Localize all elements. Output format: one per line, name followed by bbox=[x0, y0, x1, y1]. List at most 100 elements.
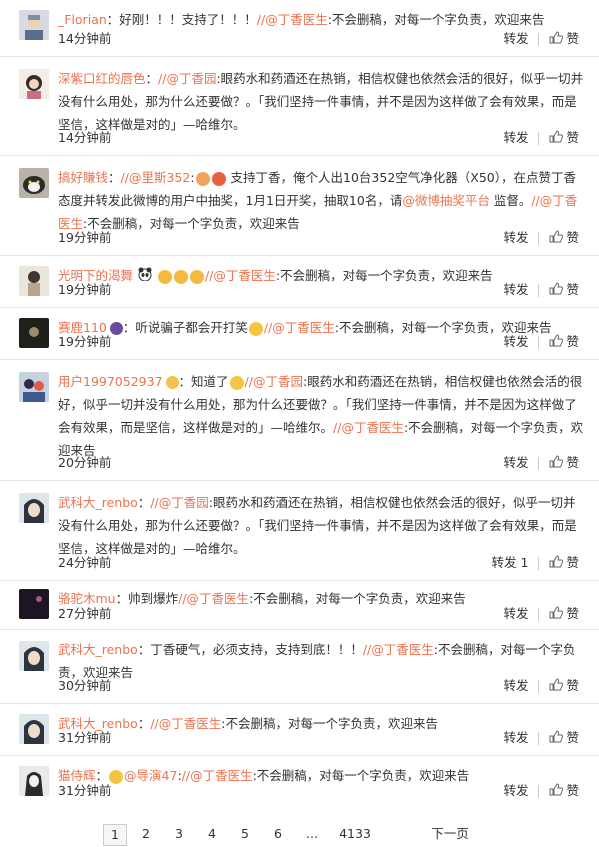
next-page-button[interactable]: 下一页 bbox=[430, 824, 470, 844]
avatar[interactable] bbox=[19, 168, 49, 198]
repost-button[interactable]: 转发 1 bbox=[492, 555, 529, 570]
comment-username[interactable]: 用户1997052937 bbox=[58, 374, 163, 389]
comment-username[interactable]: 武科大_renbo bbox=[58, 495, 138, 510]
mention-link[interactable]: //@丁香医生 bbox=[363, 642, 434, 657]
repost-button[interactable]: 转发 bbox=[503, 783, 528, 798]
mention-link[interactable]: @导演47 bbox=[124, 768, 177, 783]
comment-username[interactable]: 猫侍辉 bbox=[58, 768, 96, 783]
like-label: 赞 bbox=[566, 130, 579, 145]
mention-link[interactable]: //@丁香园 bbox=[158, 71, 216, 86]
divider bbox=[538, 336, 540, 349]
repost-button[interactable]: 转发 bbox=[503, 130, 528, 145]
comment-item: 深紫口红的唇色：//@丁香园:眼药水和药酒还在热销，相信权健也依然会活的很好，似… bbox=[0, 57, 599, 156]
comment-text: ： bbox=[145, 71, 159, 86]
comment-username[interactable]: 骆驼木mu bbox=[58, 591, 116, 606]
comment-time: 14分钟前 bbox=[58, 31, 112, 46]
mention-link[interactable]: //@丁香医生 bbox=[182, 768, 253, 783]
page-link-3[interactable]: 3 bbox=[172, 824, 186, 844]
avatar[interactable] bbox=[19, 10, 49, 40]
thumbs-up-icon bbox=[549, 281, 564, 300]
page-link-6[interactable]: 6 bbox=[271, 824, 285, 844]
comment-username[interactable]: 深紫口红的唇色 bbox=[58, 71, 146, 86]
like-button[interactable]: 赞 bbox=[549, 554, 579, 570]
page-link-4[interactable]: 4 bbox=[205, 824, 219, 844]
comment-text: ：好刚！！！支持了！！！ bbox=[106, 12, 257, 27]
comment-username[interactable]: 搞好賺钱 bbox=[58, 170, 108, 185]
thumbs-up-icon bbox=[549, 677, 564, 696]
comment-item: 武科大_renbo：//@丁香医生:不会删稿，对每一个字负责，欢迎来告 31分钟… bbox=[0, 704, 599, 756]
repost-button[interactable]: 转发 bbox=[503, 730, 528, 745]
avatar[interactable] bbox=[19, 589, 49, 619]
page-link-5[interactable]: 5 bbox=[238, 824, 252, 844]
like-label: 赞 bbox=[566, 31, 579, 46]
divider bbox=[538, 785, 540, 798]
like-button[interactable]: 赞 bbox=[549, 30, 579, 49]
avatar[interactable] bbox=[19, 372, 49, 402]
page-link-2[interactable]: 2 bbox=[139, 824, 153, 844]
comment-feed: _Florian：好刚！！！支持了！！！//@丁香医生:不会删稿，对每一个字负责… bbox=[0, 0, 599, 808]
avatar[interactable] bbox=[19, 766, 49, 796]
like-button[interactable]: 赞 bbox=[549, 333, 579, 352]
like-button[interactable]: 赞 bbox=[549, 281, 579, 300]
comment-item: 武科大_renbo：//@丁香园:眼药水和药酒还在热销，相信权健也依然会活的很好… bbox=[0, 481, 599, 581]
avatar[interactable] bbox=[19, 266, 49, 296]
emoji-icon bbox=[211, 171, 226, 186]
like-label: 赞 bbox=[566, 783, 579, 798]
repost-button[interactable]: 转发 bbox=[503, 678, 528, 693]
like-button[interactable]: 赞 bbox=[549, 229, 579, 248]
comment-item: 赛鹿110 ：听说骗子都会开打笑//@丁香医生:不会删稿，对每一个字负责，欢迎来告… bbox=[0, 308, 599, 360]
mention-link[interactable]: //@丁香园 bbox=[245, 374, 303, 389]
comment-time: 14分钟前 bbox=[58, 130, 112, 145]
comment-item: 光明下的渴舞 //@丁香医生:不会删稿，对每一个字负责，欢迎来告 19分钟前 转… bbox=[0, 256, 599, 308]
like-button[interactable]: 赞 bbox=[549, 782, 579, 798]
repost-button[interactable]: 转发 bbox=[503, 334, 528, 349]
comment-text: :不会删稿，对每一个字负责，欢迎来告 bbox=[327, 12, 545, 27]
divider bbox=[538, 232, 540, 245]
repost-button[interactable]: 转发 bbox=[503, 606, 528, 621]
comment-item: 猫侍辉： @导演47://@丁香医生:不会删稿，对每一个字负责，欢迎来告 31分钟… bbox=[0, 756, 599, 808]
avatar[interactable] bbox=[19, 493, 49, 523]
comment-text: ：知道了 bbox=[178, 374, 229, 389]
like-button[interactable]: 赞 bbox=[549, 454, 579, 470]
repost-button[interactable]: 转发 bbox=[503, 31, 528, 46]
thumbs-up-icon bbox=[549, 605, 564, 624]
repost-button[interactable]: 转发 bbox=[503, 455, 528, 470]
mention-link[interactable]: //@丁香医生 bbox=[333, 420, 404, 435]
like-button[interactable]: 赞 bbox=[549, 129, 579, 145]
comment-time: 19分钟前 bbox=[58, 230, 112, 245]
comment-username[interactable]: 武科大_renbo bbox=[58, 642, 138, 657]
comment-username[interactable]: _Florian bbox=[58, 12, 107, 27]
comment-time: 19分钟前 bbox=[58, 334, 112, 349]
comment-item: _Florian：好刚！！！支持了！！！//@丁香医生:不会删稿，对每一个字负责… bbox=[0, 0, 599, 57]
mention-link[interactable]: //@丁香医生 bbox=[257, 12, 328, 27]
repost-button[interactable]: 转发 bbox=[503, 282, 528, 297]
mention-link[interactable]: @微博抽奖平台 bbox=[402, 193, 490, 208]
comment-time: 20分钟前 bbox=[58, 455, 112, 470]
like-button[interactable]: 赞 bbox=[549, 729, 579, 745]
like-button[interactable]: 赞 bbox=[549, 605, 579, 624]
avatar[interactable] bbox=[19, 318, 49, 348]
thumbs-up-icon bbox=[549, 30, 564, 49]
comment-time: 31分钟前 bbox=[58, 730, 112, 745]
comment-text: ： bbox=[137, 495, 151, 510]
comment-item: 武科大_renbo：丁香硬气，必须支持，支持到底！！！//@丁香医生:不会删稿，… bbox=[0, 630, 599, 704]
page-link-1[interactable]: 1 bbox=[103, 824, 127, 846]
like-label: 赞 bbox=[566, 606, 579, 621]
divider bbox=[538, 33, 540, 46]
page-link-last[interactable]: 4133 bbox=[338, 824, 372, 844]
repost-button[interactable]: 转发 bbox=[503, 230, 528, 245]
ok-emoji-icon bbox=[229, 375, 244, 390]
mention-link[interactable]: //@里斯352 bbox=[121, 170, 191, 185]
divider bbox=[538, 132, 540, 145]
like-button[interactable]: 赞 bbox=[549, 677, 579, 696]
pagination: 1 2 3 4 5 6 ... 4133 下一页 bbox=[0, 820, 599, 847]
avatar[interactable] bbox=[19, 714, 49, 744]
avatar[interactable] bbox=[19, 69, 49, 99]
comment-text: ：帅到爆炸 bbox=[115, 591, 179, 606]
mention-link[interactable]: //@丁香园 bbox=[150, 495, 208, 510]
thumbs-up-icon bbox=[549, 229, 564, 248]
avatar[interactable] bbox=[19, 641, 49, 671]
like-label: 赞 bbox=[566, 230, 579, 245]
mention-link[interactable]: //@丁香医生 bbox=[178, 591, 249, 606]
thumbs-up-icon bbox=[549, 333, 564, 352]
